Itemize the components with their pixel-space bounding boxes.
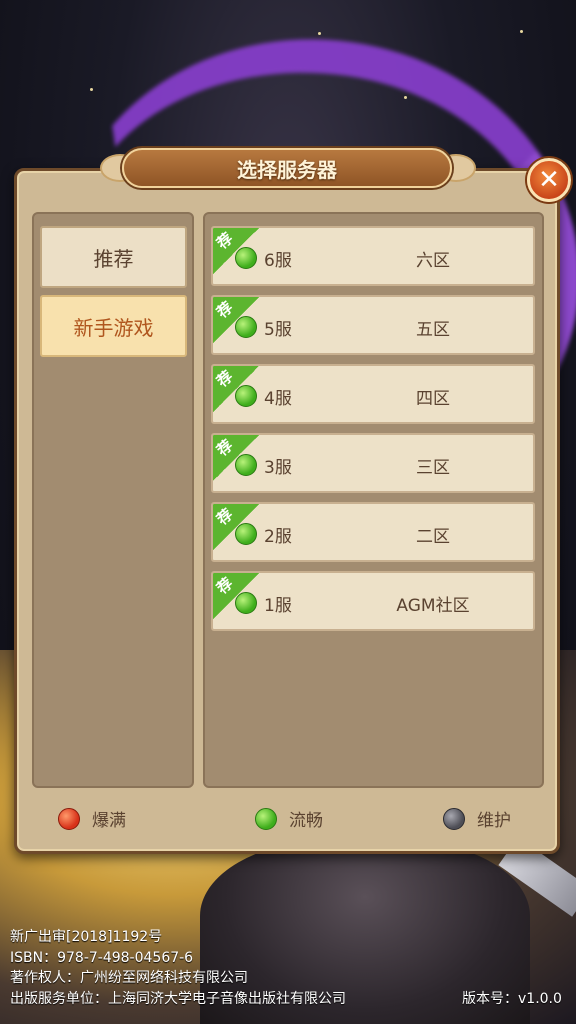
- tab-newbie-game[interactable]: 新手游戏: [40, 295, 187, 357]
- legend-label: 爆满: [92, 811, 126, 831]
- tab-recommended[interactable]: 推荐: [40, 226, 187, 288]
- status-smooth-icon: [235, 592, 257, 614]
- legend-maintenance: 维护: [443, 806, 511, 831]
- server-zone: 六区: [416, 251, 450, 271]
- status-smooth-icon: [255, 807, 277, 830]
- copyright-holder: 著作权人：广州纷至网络科技有限公司: [10, 970, 248, 986]
- legend-full: 爆满: [58, 806, 126, 831]
- server-name: 3服: [264, 458, 292, 478]
- status-smooth-icon: [235, 523, 257, 545]
- server-name: 2服: [264, 527, 292, 547]
- server-row[interactable]: 荐 5服 五区: [211, 295, 535, 355]
- status-maintenance-icon: [443, 807, 465, 830]
- star: [520, 30, 523, 33]
- server-zone: 三区: [416, 458, 450, 478]
- server-zone: 二区: [416, 527, 450, 547]
- version-number: 版本号：v1.0.0: [462, 991, 562, 1007]
- status-smooth-icon: [235, 316, 257, 338]
- server-row[interactable]: 荐 6服 六区: [211, 226, 535, 286]
- status-smooth-icon: [235, 385, 257, 407]
- server-row[interactable]: 荐 2服 二区: [211, 502, 535, 562]
- legend-label: 流畅: [289, 811, 323, 831]
- server-row[interactable]: 荐 1服 AGM社区: [211, 571, 535, 631]
- publisher: 出版服务单位：上海同济大学电子音像出版社有限公司: [10, 991, 346, 1007]
- legend-smooth: 流畅: [255, 806, 323, 831]
- server-name: 6服: [264, 251, 292, 271]
- server-name: 1服: [264, 596, 292, 616]
- close-icon: ✕: [538, 165, 560, 195]
- legend-label: 维护: [477, 811, 511, 831]
- server-name: 5服: [264, 320, 292, 340]
- server-row[interactable]: 荐 4服 四区: [211, 364, 535, 424]
- tab-label: 新手游戏: [73, 315, 154, 340]
- close-button[interactable]: ✕: [527, 158, 571, 202]
- status-smooth-icon: [235, 247, 257, 269]
- server-zone: AGM社区: [396, 596, 470, 616]
- star: [90, 88, 93, 91]
- server-zone: 五区: [416, 320, 450, 340]
- dialog-title: 选择服务器: [122, 148, 452, 188]
- server-zone: 四区: [416, 389, 450, 409]
- server-row[interactable]: 荐 3服 三区: [211, 433, 535, 493]
- status-full-icon: [58, 807, 80, 830]
- isbn: ISBN：978-7-498-04567-6: [10, 950, 194, 966]
- server-name: 4服: [264, 389, 292, 409]
- star: [404, 96, 407, 99]
- approval-number: 新广出审[2018]1192号: [10, 929, 163, 945]
- tab-label: 推荐: [93, 246, 134, 271]
- star: [318, 32, 321, 35]
- status-smooth-icon: [235, 454, 257, 476]
